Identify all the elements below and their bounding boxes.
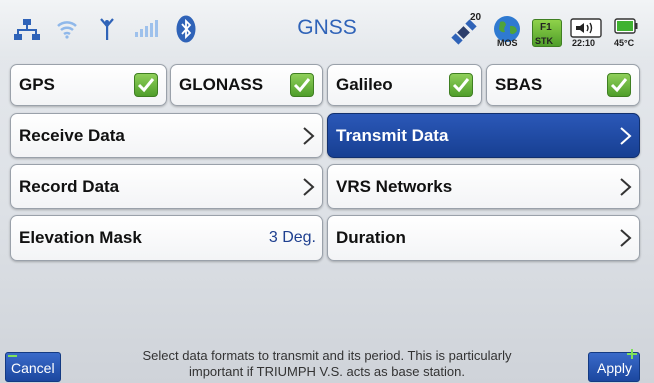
toggle-gps[interactable]: GPS — [10, 64, 167, 106]
apply-button[interactable]: Apply — [588, 349, 640, 382]
elevation-mask-value: 3 Deg. — [268, 229, 316, 246]
minus-icon — [8, 355, 17, 357]
glonass-label: GLONASS — [179, 75, 264, 94]
help-text: Select data formats to transmit and its … — [105, 348, 549, 380]
checkmark-icon — [452, 78, 470, 93]
toggle-sbas[interactable]: SBAS — [486, 64, 640, 106]
plus-icon — [627, 349, 637, 359]
sbas-label: SBAS — [495, 75, 543, 94]
clock-time: 22:10 — [572, 38, 596, 48]
receive-data-button[interactable]: Receive Data — [10, 113, 323, 158]
checkmark-icon — [137, 78, 155, 93]
fix-status-bottom: STK — [535, 36, 553, 46]
help-text-line-1: Select data formats to transmit and its … — [142, 348, 512, 363]
receive-data-label: Receive Data — [19, 125, 125, 145]
fix-status-top: F1 — [540, 22, 552, 33]
mode-label: MOS — [497, 38, 518, 48]
chevron-right-icon — [620, 229, 632, 247]
sbas-checkbox[interactable] — [607, 73, 631, 97]
chevron-right-icon — [303, 126, 315, 145]
gnss-screen: GNSS 20 MOS F1 STK 22:10 45°C GPS GLONAS… — [0, 0, 654, 383]
vrs-networks-button[interactable]: VRS Networks — [327, 164, 640, 209]
battery-icon — [614, 18, 638, 34]
temperature: 45°C — [614, 38, 635, 48]
record-data-label: Record Data — [19, 176, 120, 196]
elevation-mask-field[interactable]: Elevation Mask 3 Deg. — [10, 215, 323, 261]
checkmark-icon — [293, 78, 311, 93]
duration-label: Duration — [336, 228, 406, 247]
glonass-checkbox[interactable] — [290, 73, 314, 97]
checkmark-icon — [610, 78, 628, 93]
chevron-right-icon — [620, 177, 632, 196]
cancel-label: Cancel — [11, 360, 55, 376]
transmit-data-label: Transmit Data — [336, 125, 449, 145]
gps-checkbox[interactable] — [134, 73, 158, 97]
elevation-mask-label: Elevation Mask — [19, 228, 142, 247]
toggle-glonass[interactable]: GLONASS — [170, 64, 323, 106]
galileo-checkbox[interactable] — [449, 73, 473, 97]
status-bar: GNSS 20 MOS F1 STK 22:10 45°C — [0, 0, 654, 58]
transmit-data-button[interactable]: Transmit Data — [327, 113, 640, 158]
galileo-label: Galileo — [336, 75, 393, 94]
toggle-galileo[interactable]: Galileo — [327, 64, 482, 106]
chevron-right-icon — [303, 177, 315, 196]
duration-button[interactable]: Duration — [327, 215, 640, 261]
cancel-button[interactable]: Cancel — [5, 352, 61, 382]
satellite-count: 20 — [470, 12, 482, 23]
chevron-right-icon — [620, 126, 632, 145]
gps-label: GPS — [19, 75, 55, 94]
vrs-networks-label: VRS Networks — [336, 176, 453, 196]
apply-label: Apply — [597, 360, 633, 376]
volume-icon — [570, 18, 602, 38]
record-data-button[interactable]: Record Data — [10, 164, 323, 209]
help-text-line-2: important if TRIUMPH V.S. acts as base s… — [188, 364, 465, 379]
